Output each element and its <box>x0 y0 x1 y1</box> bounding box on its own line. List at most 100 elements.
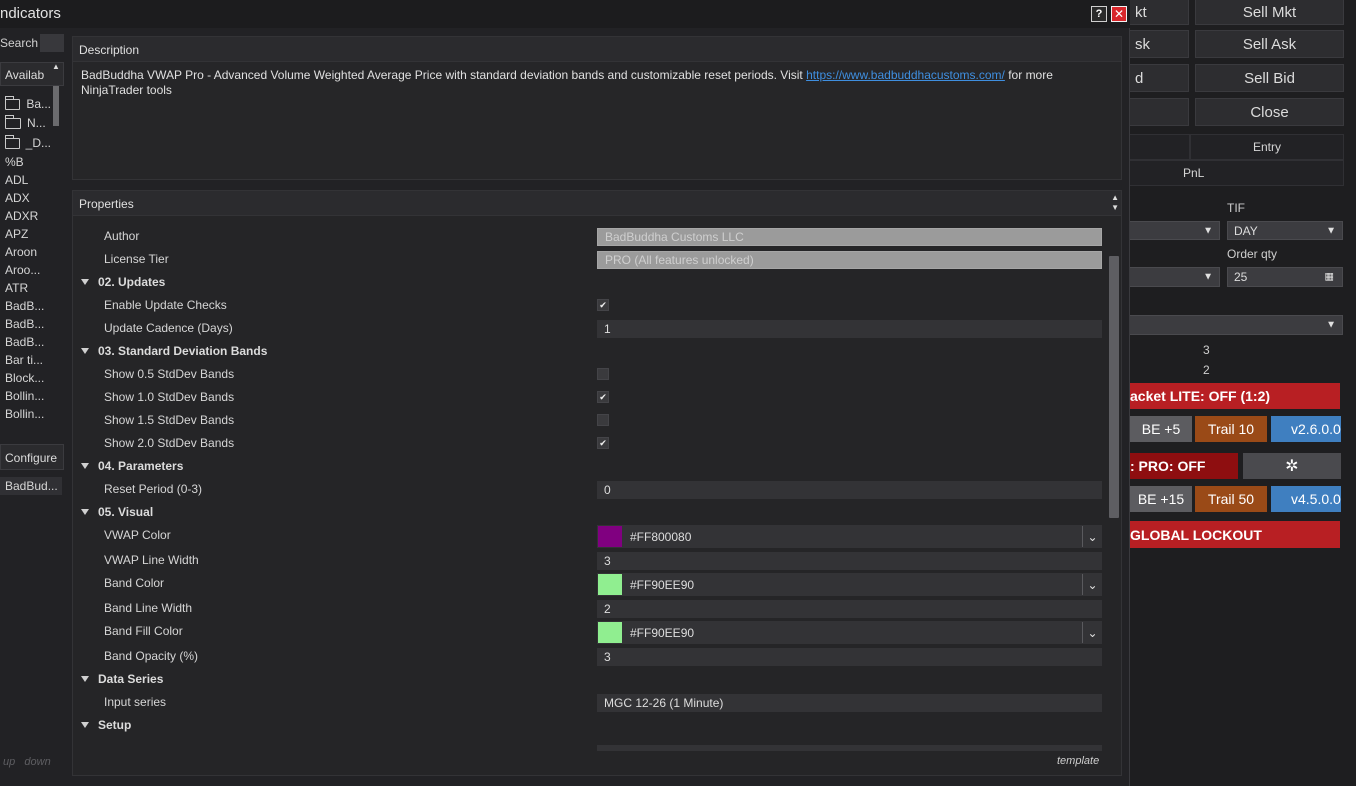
sell-bid-button[interactable]: Sell Bid <box>1195 64 1344 92</box>
property-value-field[interactable]: MGC 12-26 (1 Minute) <box>597 694 1102 712</box>
list-item[interactable]: Bollin... <box>5 407 49 425</box>
color-picker[interactable]: #FF90EE90 ⌄ <box>597 573 1102 596</box>
order-qty-input[interactable]: 25 ▦ <box>1227 267 1343 287</box>
pro-toggle[interactable]: : PRO: OFF <box>1128 453 1238 479</box>
color-picker[interactable]: #FF90EE90 ⌄ <box>597 621 1102 644</box>
help-button[interactable]: ? <box>1091 6 1107 22</box>
list-item[interactable]: ADXR <box>5 209 49 227</box>
property-row: Band Fill Color #FF90EE90 ⌄ <box>73 620 1109 644</box>
expand-triangle-icon <box>81 722 89 728</box>
property-value-field[interactable]: 2 <box>597 600 1102 618</box>
list-item-label: N... <box>27 116 46 130</box>
property-row: Band Opacity (%) 3 <box>73 645 1109 668</box>
property-checkbox[interactable] <box>597 368 609 380</box>
property-row: Author BadBuddha Customs LLC <box>73 225 1109 248</box>
breakeven-15-button[interactable]: BE +15 <box>1130 486 1192 512</box>
property-value-field[interactable]: 1 <box>597 320 1102 338</box>
close-button[interactable]: ✕ <box>1111 6 1127 22</box>
chevron-down-icon[interactable]: ⌄ <box>1082 526 1102 547</box>
property-value-field[interactable] <box>597 745 1102 751</box>
category-label: 04. Parameters <box>98 459 184 473</box>
property-checkbox[interactable]: ✔ <box>597 299 609 311</box>
close-position-button[interactable]: Close <box>1195 98 1344 126</box>
search-label: Search <box>0 36 39 50</box>
property-grid: Author BadBuddha Customs LLC License Tier P… <box>72 216 1122 776</box>
buy-market-button[interactable]: kt <box>1128 0 1189 25</box>
chevron-down-icon[interactable]: ⌄ <box>1082 622 1102 643</box>
tif-dropdown[interactable]: DAY ▼ <box>1227 221 1343 240</box>
trail-50-button[interactable]: Trail 50 <box>1195 486 1267 512</box>
list-item[interactable]: Ba... <box>5 95 51 113</box>
property-category: 04. Parameters <box>73 455 1109 478</box>
list-item[interactable]: Block... <box>5 371 49 389</box>
reverse-button[interactable] <box>1128 98 1189 126</box>
list-item[interactable]: BadB... <box>5 299 49 317</box>
list-item[interactable]: BadB... <box>5 335 49 353</box>
move-down-button[interactable]: down <box>24 756 50 768</box>
list-item[interactable]: Aroon <box>5 245 49 263</box>
property-grid-scrollbar[interactable] <box>1109 256 1119 518</box>
calculator-icon[interactable]: ▦ <box>1325 272 1334 283</box>
breakeven-5-button[interactable]: BE +5 <box>1130 416 1192 442</box>
property-value-field[interactable]: 3 <box>597 552 1102 570</box>
trail-10-button[interactable]: Trail 10 <box>1195 416 1267 442</box>
search-input[interactable] <box>40 34 64 52</box>
move-up-button[interactable]: up <box>3 756 15 768</box>
property-value-field[interactable]: 0 <box>597 481 1102 499</box>
property-label: Input series <box>104 695 167 709</box>
folder-icon <box>5 95 21 110</box>
instrument-dropdown[interactable]: ▼ <box>1128 267 1220 287</box>
chevron-down-icon[interactable]: ⌄ <box>1082 574 1102 595</box>
bracket-lite-toggle[interactable]: acket LITE: OFF (1:2) <box>1128 383 1340 409</box>
move-buttons: up down <box>3 756 51 768</box>
category-toggle[interactable]: 05. Visual <box>81 505 153 519</box>
position-cell <box>1128 134 1190 160</box>
color-picker[interactable]: #FF800080 ⌄ <box>597 525 1102 548</box>
configured-item[interactable]: BadBud... <box>0 477 62 495</box>
quantity-a: 3 <box>1203 343 1210 357</box>
list-item[interactable]: ADX <box>5 191 49 209</box>
list-item[interactable]: BadB... <box>5 317 49 335</box>
expand-triangle-icon <box>81 509 89 515</box>
settings-gear-button[interactable]: ✲ <box>1243 453 1341 479</box>
category-toggle[interactable]: 03. Standard Deviation Bands <box>81 344 267 358</box>
version-badge-pro: v4.5.0.0 <box>1271 486 1341 512</box>
property-value-field: BadBuddha Customs LLC <box>597 228 1102 246</box>
category-toggle[interactable]: Setup <box>81 718 131 732</box>
sell-ask-button[interactable]: Sell Ask <box>1195 30 1344 58</box>
list-item[interactable]: N... <box>5 114 51 132</box>
property-row: VWAP Line Width 3 <box>73 549 1109 572</box>
list-item[interactable]: ATR <box>5 281 49 299</box>
list-item[interactable]: %B <box>5 155 49 173</box>
buy-ask-button[interactable]: sk <box>1128 30 1189 58</box>
property-checkbox[interactable]: ✔ <box>597 391 609 403</box>
property-label: Band Fill Color <box>104 624 183 638</box>
list-item[interactable]: _D... <box>5 134 51 152</box>
sell-market-button[interactable]: Sell Mkt <box>1195 0 1344 25</box>
list-item[interactable]: ADL <box>5 173 49 191</box>
property-checkbox[interactable]: ✔ <box>597 437 609 449</box>
website-link[interactable]: https://www.badbuddhacustoms.com/ <box>806 68 1005 82</box>
property-checkbox[interactable] <box>597 414 609 426</box>
list-item[interactable]: Aroo... <box>5 263 49 281</box>
template-link[interactable]: template <box>1057 755 1099 767</box>
global-lockout-button[interactable]: GLOBAL LOCKOUT <box>1128 521 1340 548</box>
atm-strategy-dropdown[interactable]: ▼ <box>1128 315 1343 335</box>
property-row: Show 1.5 StdDev Bands <box>73 409 1109 432</box>
property-row: Band Color #FF90EE90 ⌄ <box>73 572 1109 596</box>
category-toggle[interactable]: 04. Parameters <box>81 459 183 473</box>
category-toggle[interactable]: 02. Updates <box>81 275 165 289</box>
property-row: Input series MGC 12-26 (1 Minute) <box>73 691 1109 714</box>
scroll-up-icon[interactable]: ▲ <box>52 62 60 71</box>
color-hex-value: #FF800080 <box>630 530 692 544</box>
account-dropdown[interactable]: ▼ <box>1128 221 1220 240</box>
list-item[interactable]: APZ <box>5 227 49 245</box>
list-item[interactable]: Bollin... <box>5 389 49 407</box>
property-value-field[interactable]: 3 <box>597 648 1102 666</box>
buy-bid-button[interactable]: d <box>1128 64 1189 92</box>
category-toggle[interactable]: Data Series <box>81 672 163 686</box>
list-item[interactable]: Bar ti... <box>5 353 49 371</box>
property-value-field: PRO (All features unlocked) <box>597 251 1102 269</box>
properties-scroll-arrows[interactable]: ▲ ▼ <box>1111 193 1119 213</box>
chevron-down-icon: ▼ <box>1326 225 1336 236</box>
